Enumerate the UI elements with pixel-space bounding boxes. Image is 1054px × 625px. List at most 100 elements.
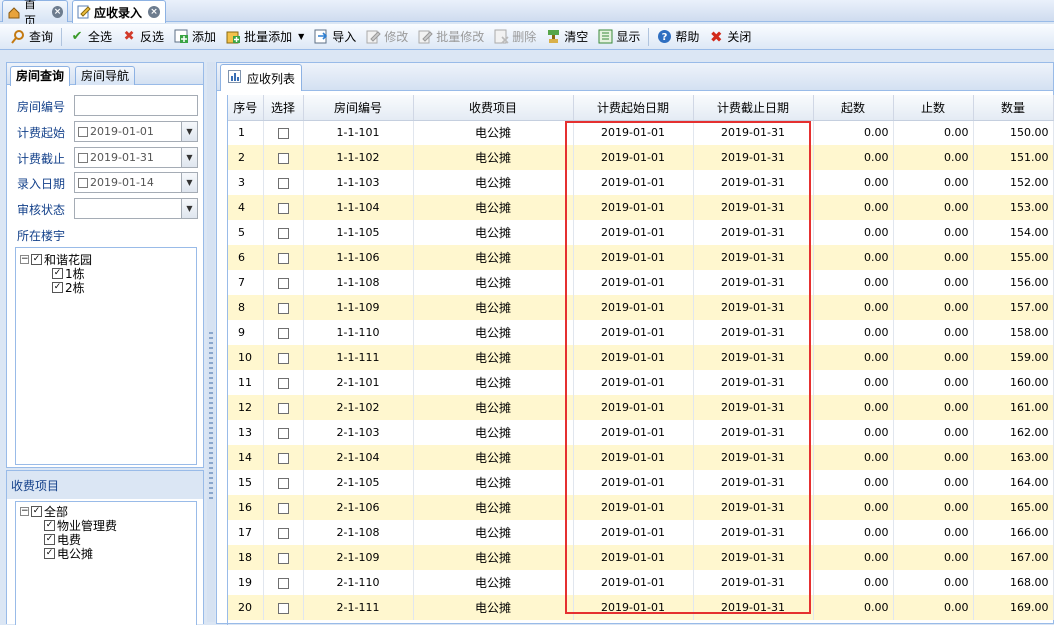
table-row[interactable]: 2 1-1-102 电公摊 2019-01-01 2019-01-31 0.00 0.00 1… bbox=[228, 145, 1054, 170]
row-checkbox[interactable] bbox=[277, 227, 289, 239]
column-header[interactable]: 计费起始日期 bbox=[573, 95, 694, 121]
row-checkbox[interactable] bbox=[277, 402, 289, 414]
row-checkbox[interactable] bbox=[277, 127, 289, 139]
table-row[interactable]: 12 2-1-102 电公摊 2019-01-01 2019-01-31 0.00 0.00… bbox=[228, 395, 1054, 420]
collapse-icon[interactable]: − bbox=[20, 506, 29, 516]
room-no-input[interactable] bbox=[74, 95, 198, 116]
checkbox-checked-icon[interactable]: ✓ bbox=[31, 253, 42, 265]
row-checkbox[interactable] bbox=[277, 302, 289, 314]
batch-add-button[interactable]: 批量添加 ▼ bbox=[221, 26, 308, 48]
query-button[interactable]: 查询 bbox=[6, 26, 57, 48]
row-checkbox[interactable] bbox=[277, 327, 289, 339]
row-checkbox[interactable] bbox=[277, 202, 289, 214]
checkbox-checked-icon[interactable]: ✓ bbox=[44, 519, 55, 531]
table-row[interactable]: 14 2-1-104 电公摊 2019-01-01 2019-01-31 0.00 0.00… bbox=[228, 445, 1054, 470]
row-checkbox[interactable] bbox=[277, 277, 289, 289]
import-button[interactable]: 导入 bbox=[309, 26, 360, 48]
splitter-grip[interactable] bbox=[209, 332, 213, 502]
edit-button[interactable]: 修改 bbox=[361, 26, 412, 48]
column-header[interactable]: 收费项目 bbox=[413, 95, 574, 121]
column-header[interactable]: 计费截止日期 bbox=[693, 95, 814, 121]
table-row[interactable]: 1 1-1-101 电公摊 2019-01-01 2019-01-31 0.00 0.00 1… bbox=[228, 120, 1054, 145]
column-header[interactable]: 房间编号 bbox=[303, 95, 414, 121]
row-checkbox[interactable] bbox=[277, 377, 289, 389]
row-checkbox[interactable] bbox=[277, 352, 289, 364]
checkbox-checked-icon[interactable]: ✓ bbox=[44, 533, 55, 545]
tab-receivable-entry[interactable]: 应收录入 × bbox=[72, 0, 166, 23]
display-button[interactable]: 显示 bbox=[593, 26, 644, 48]
column-header[interactable]: 止数 bbox=[893, 95, 974, 121]
chevron-down-icon[interactable]: ▼ bbox=[298, 32, 304, 41]
tab-room-query[interactable]: 房间查询 bbox=[10, 66, 71, 86]
checkbox-checked-icon[interactable]: ✓ bbox=[44, 547, 55, 559]
chevron-down-icon[interactable]: ▼ bbox=[181, 148, 197, 167]
row-checkbox[interactable] bbox=[277, 452, 289, 464]
table-row[interactable]: 20 2-1-111 电公摊 2019-01-01 2019-01-31 0.00 0.00… bbox=[228, 595, 1054, 620]
checkbox-checked-icon[interactable]: ✓ bbox=[31, 505, 42, 517]
table-row[interactable]: 19 2-1-110 电公摊 2019-01-01 2019-01-31 0.00 0.00… bbox=[228, 570, 1054, 595]
chevron-down-icon[interactable]: ▼ bbox=[181, 199, 197, 218]
row-checkbox[interactable] bbox=[277, 252, 289, 264]
table-row[interactable]: 8 1-1-109 电公摊 2019-01-01 2019-01-31 0.00 0.00 1… bbox=[228, 295, 1054, 320]
table-row[interactable]: 16 2-1-106 电公摊 2019-01-01 2019-01-31 0.00 0.00… bbox=[228, 495, 1054, 520]
table-row[interactable]: 7 1-1-108 电公摊 2019-01-01 2019-01-31 0.00 0.00 1… bbox=[228, 270, 1054, 295]
tree-node-fee[interactable]: ✓ 电公摊 bbox=[44, 546, 93, 561]
column-header[interactable]: 序号 bbox=[228, 95, 264, 121]
column-header[interactable]: 数量 bbox=[973, 95, 1054, 121]
cell-no: 2 bbox=[228, 145, 264, 170]
column-header[interactable]: 选择 bbox=[263, 95, 304, 121]
table-row[interactable]: 5 1-1-105 电公摊 2019-01-01 2019-01-31 0.00 0.00 1… bbox=[228, 220, 1054, 245]
table-row[interactable]: 9 1-1-110 电公摊 2019-01-01 2019-01-31 0.00 0.00 1… bbox=[228, 320, 1054, 345]
delete-button[interactable]: 删除 bbox=[489, 26, 540, 48]
collapse-icon[interactable]: − bbox=[20, 254, 29, 264]
tab-room-nav[interactable]: 房间导航 bbox=[75, 66, 136, 85]
table-row[interactable]: 3 1-1-103 电公摊 2019-01-01 2019-01-31 0.00 0.00 1… bbox=[228, 170, 1054, 195]
close-button[interactable]: ✖ 关闭 bbox=[704, 26, 755, 48]
close-icon[interactable]: × bbox=[52, 5, 63, 18]
row-checkbox[interactable] bbox=[277, 152, 289, 164]
table-row[interactable]: 18 2-1-109 电公摊 2019-01-01 2019-01-31 0.00 0.00… bbox=[228, 545, 1054, 570]
row-checkbox[interactable] bbox=[277, 502, 289, 514]
start-date-picker[interactable]: 2019-01-01 ▼ bbox=[74, 121, 198, 142]
row-checkbox[interactable] bbox=[277, 552, 289, 564]
row-checkbox[interactable] bbox=[277, 602, 289, 614]
batch-edit-button[interactable]: 批量修改 bbox=[413, 26, 488, 48]
select-all-button[interactable]: ✔ 全选 bbox=[65, 26, 116, 48]
table-row[interactable]: 13 2-1-103 电公摊 2019-01-01 2019-01-31 0.00 0.00… bbox=[228, 420, 1054, 445]
row-checkbox[interactable] bbox=[277, 577, 289, 589]
table-row[interactable]: 17 2-1-108 电公摊 2019-01-01 2019-01-31 0.00 0.00… bbox=[228, 520, 1054, 545]
end-date-checkbox[interactable] bbox=[78, 152, 88, 163]
row-checkbox[interactable] bbox=[277, 527, 289, 539]
cell-end: 2019-01-31 bbox=[693, 470, 814, 495]
table-row[interactable]: 10 1-1-111 电公摊 2019-01-01 2019-01-31 0.00 0.00… bbox=[228, 345, 1054, 370]
table-row[interactable]: 15 2-1-105 电公摊 2019-01-01 2019-01-31 0.00 0.00… bbox=[228, 470, 1054, 495]
tree-node-building[interactable]: ✓ 2栋 bbox=[52, 280, 85, 295]
audit-status-select[interactable]: ▼ bbox=[74, 198, 198, 219]
start-date-checkbox[interactable] bbox=[78, 126, 88, 137]
tab-receivable-list[interactable]: 应收列表 bbox=[220, 64, 302, 91]
help-button[interactable]: ? 帮助 bbox=[652, 26, 703, 48]
invert-selection-button[interactable]: ✖ 反选 bbox=[117, 26, 168, 48]
row-checkbox[interactable] bbox=[277, 477, 289, 489]
chevron-down-icon[interactable]: ▼ bbox=[181, 173, 197, 192]
add-button[interactable]: 添加 bbox=[169, 26, 220, 48]
table-row[interactable]: 6 1-1-106 电公摊 2019-01-01 2019-01-31 0.00 0.00 1… bbox=[228, 245, 1054, 270]
entry-date-checkbox[interactable] bbox=[78, 177, 88, 188]
close-icon[interactable]: × bbox=[148, 6, 161, 18]
panel-splitter[interactable] bbox=[207, 62, 215, 622]
table-row[interactable]: 4 1-1-104 电公摊 2019-01-01 2019-01-31 0.00 0.00 1… bbox=[228, 195, 1054, 220]
cell-item: 电公摊 bbox=[413, 595, 574, 620]
checkbox-checked-icon[interactable]: ✓ bbox=[52, 267, 63, 279]
cell-start: 2019-01-01 bbox=[573, 420, 694, 445]
clear-button[interactable]: 清空 bbox=[541, 26, 592, 48]
entry-date-picker[interactable]: 2019-01-14 ▼ bbox=[74, 172, 198, 193]
cell-from: 0.00 bbox=[813, 220, 894, 245]
row-checkbox[interactable] bbox=[277, 177, 289, 189]
checkbox-checked-icon[interactable]: ✓ bbox=[52, 281, 63, 293]
chevron-down-icon[interactable]: ▼ bbox=[181, 122, 197, 141]
table-row[interactable]: 11 2-1-101 电公摊 2019-01-01 2019-01-31 0.00 0.00… bbox=[228, 370, 1054, 395]
end-date-picker[interactable]: 2019-01-31 ▼ bbox=[74, 147, 198, 168]
column-header[interactable]: 起数 bbox=[813, 95, 894, 121]
row-checkbox[interactable] bbox=[277, 427, 289, 439]
tab-home[interactable]: 首页 × bbox=[2, 0, 68, 28]
